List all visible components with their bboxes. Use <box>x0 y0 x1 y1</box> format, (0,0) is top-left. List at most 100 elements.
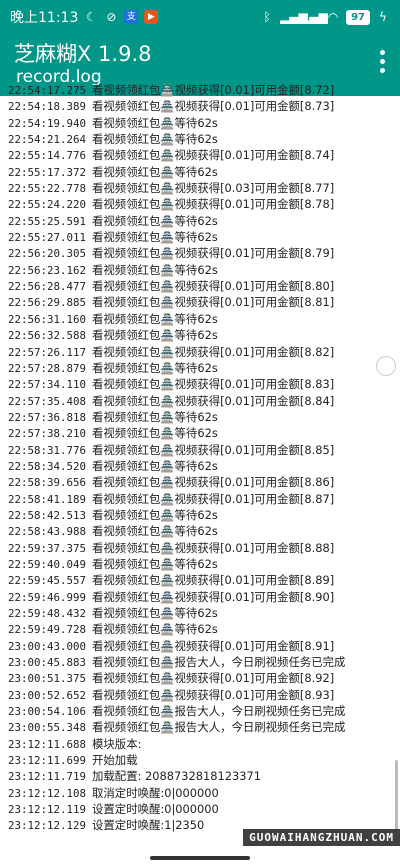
status-time: 晚上11:13 <box>10 10 79 26</box>
bluetooth-icon: ᛒ <box>263 10 271 24</box>
log-line: 22:56:31.160 看视频领红包🏯等待62s <box>0 311 400 327</box>
log-message: 看视频领红包🏯等待62s <box>92 115 218 130</box>
log-message: 看视频领红包🏯报告大人，今日刷视频任务已完成 <box>92 655 346 670</box>
log-line: 22:57:28.879 看视频领红包🏯等待62s <box>0 360 400 376</box>
log-timestamp: 22:55:27.011 <box>8 231 87 245</box>
log-timestamp: 23:12:12.108 <box>8 786 87 800</box>
log-line: 22:59:37.375 看视频领红包🏯视频获得[0.01]可用金额[8.88] <box>0 540 400 556</box>
log-message: 看视频领红包🏯等待62s <box>92 230 218 245</box>
signal-icon-2: ▂▄▆ <box>300 10 328 24</box>
scroll-indicator[interactable] <box>376 356 396 376</box>
log-line: 22:57:38.210 看视频领红包🏯等待62s <box>0 425 400 441</box>
log-message: 看视频领红包🏯视频获得[0.03]可用金额[8.77] <box>92 181 335 196</box>
log-message: 看视频领红包🏯等待62s <box>92 328 218 343</box>
log-message: 看视频领红包🏯等待62s <box>92 556 218 571</box>
log-timestamp: 22:57:26.117 <box>8 345 87 359</box>
log-timestamp: 22:56:28.477 <box>8 280 87 294</box>
log-timestamp: 22:54:19.940 <box>8 116 87 130</box>
log-message: 看视频领红包🏯视频获得[0.01]可用金额[8.92] <box>92 671 335 686</box>
wifi-icon: ◠ <box>327 10 339 24</box>
log-timestamp: 23:12:11.719 <box>8 770 87 784</box>
log-line: 22:56:23.162 看视频领红包🏯等待62s <box>0 262 400 278</box>
log-message: 看视频领红包🏯视频获得[0.01]可用金额[8.85] <box>92 442 335 457</box>
log-message: 看视频领红包🏯等待62s <box>92 524 218 539</box>
log-line: 22:58:34.520 看视频领红包🏯等待62s <box>0 458 400 474</box>
log-line: 22:57:36.818 看视频领红包🏯等待62s <box>0 409 400 425</box>
log-message: 看视频领红包🏯等待62s <box>92 213 218 228</box>
log-timestamp: 22:58:34.520 <box>8 459 87 473</box>
log-message: 看视频领红包🏯视频获得[0.01]可用金额[8.90] <box>92 589 335 604</box>
status-right: ᛒ ▂▄▆ ▂▄▆ ◠ 97 ϟ <box>260 9 390 25</box>
log-timestamp: 22:57:35.408 <box>8 394 87 408</box>
log-line: 22:55:27.011 看视频领红包🏯等待62s <box>0 229 400 245</box>
log-message: 看视频领红包🏯等待62s <box>92 262 218 277</box>
log-message: 设置定时唤醒:1|2350 <box>92 818 205 833</box>
signal-icon: ▂▄▆ <box>280 10 308 24</box>
moon-icon: ☾ <box>85 10 97 24</box>
log-line: 22:58:39.656 看视频领红包🏯视频获得[0.01]可用金额[8.86] <box>0 474 400 490</box>
log-message: 看视频领红包🏯视频获得[0.01]可用金额[8.79] <box>92 246 335 261</box>
log-line: 22:58:42.513 看视频领红包🏯等待62s <box>0 507 400 523</box>
log-timestamp: 22:59:48.432 <box>8 607 87 620</box>
log-timestamp: 22:57:38.210 <box>8 427 87 441</box>
log-line: 23:12:11.699 开始加载 <box>0 752 400 768</box>
log-line: 22:59:49.728 看视频领红包🏯等待62s <box>0 621 400 637</box>
log-timestamp: 22:57:36.818 <box>8 410 87 424</box>
log-timestamp: 22:57:34.110 <box>8 378 87 392</box>
log-message: 看视频领红包🏯视频获得[0.01]可用金额[8.72] <box>92 83 335 97</box>
log-line: 22:58:41.189 看视频领红包🏯视频获得[0.01]可用金额[8.87] <box>0 491 400 507</box>
log-message: 看视频领红包🏯等待62s <box>92 164 218 179</box>
home-indicator[interactable] <box>150 856 250 860</box>
log-message: 看视频领红包🏯等待62s <box>92 132 218 147</box>
more-options-icon[interactable] <box>380 50 386 73</box>
log-timestamp: 22:55:17.372 <box>8 165 87 179</box>
log-timestamp: 22:56:31.160 <box>8 312 87 326</box>
log-line: 22:54:17.275 看视频领红包🏯视频获得[0.01]可用金额[8.72] <box>0 82 400 98</box>
log-message: 看视频领红包🏯视频获得[0.01]可用金额[8.81] <box>92 295 335 310</box>
log-timestamp: 23:12:12.119 <box>8 803 87 817</box>
no-notification-icon: ⊘ <box>106 10 117 24</box>
log-timestamp: 22:59:37.375 <box>8 541 87 555</box>
log-line: 22:54:19.940 看视频领红包🏯等待62s <box>0 115 400 131</box>
log-view[interactable]: 22:54:17.275 看视频领红包🏯视频获得[0.01]可用金额[8.72] 2… <box>0 82 400 866</box>
log-timestamp: 22:58:42.513 <box>8 508 87 522</box>
log-timestamp: 22:59:40.049 <box>8 557 87 571</box>
log-message: 看视频领红包🏯视频获得[0.01]可用金额[8.78] <box>92 197 335 212</box>
log-line: 22:59:48.432 看视频领红包🏯等待62s <box>0 605 400 621</box>
log-timestamp: 23:00:51.375 <box>8 672 87 686</box>
log-line: 22:57:26.117 看视频领红包🏯视频获得[0.01]可用金额[8.82] <box>0 344 400 360</box>
log-timestamp: 22:58:43.988 <box>8 525 87 539</box>
log-line: 22:55:22.778 看视频领红包🏯视频获得[0.03]可用金额[8.77] <box>0 180 400 196</box>
log-message: 看视频领红包🏯等待62s <box>92 409 218 424</box>
log-message: 看视频领红包🏯视频获得[0.01]可用金额[8.89] <box>92 573 335 588</box>
log-timestamp: 22:57:28.879 <box>8 361 87 375</box>
log-timestamp: 23:12:12.129 <box>8 819 87 833</box>
log-line: 22:59:45.557 看视频领红包🏯视频获得[0.01]可用金额[8.89] <box>0 572 400 588</box>
log-message: 看视频领红包🏯视频获得[0.01]可用金额[8.82] <box>92 344 335 359</box>
watermark: GUOWAIHANGZHUAN.COM <box>243 829 400 846</box>
log-line: 23:12:12.108 取消定时唤醒:0|000000 <box>0 785 400 801</box>
log-line: 22:54:21.264 看视频领红包🏯等待62s <box>0 131 400 147</box>
log-timestamp: 23:00:55.348 <box>8 721 87 735</box>
log-timestamp: 23:12:11.699 <box>8 754 87 768</box>
status-bar: 晚上11:13 ☾ ⊘ 支 ▶ ᛒ ▂▄▆ ▂▄▆ ◠ 97 ϟ <box>0 0 400 34</box>
log-timestamp: 22:59:46.999 <box>8 590 87 604</box>
log-message: 看视频领红包🏯视频获得[0.01]可用金额[8.80] <box>92 279 335 294</box>
log-message: 看视频领红包🏯视频获得[0.01]可用金额[8.84] <box>92 393 335 408</box>
log-timestamp: 23:12:11.688 <box>8 737 87 751</box>
log-message: 看视频领红包🏯视频获得[0.01]可用金额[8.91] <box>92 638 335 653</box>
log-message: 模块版本: <box>92 736 142 751</box>
log-message: 看视频领红包🏯报告大人，今日刷视频任务已完成 <box>92 704 346 719</box>
battery-indicator: 97 <box>346 9 370 25</box>
log-message: 看视频领红包🏯视频获得[0.01]可用金额[8.87] <box>92 491 335 506</box>
log-timestamp: 22:58:31.776 <box>8 443 87 457</box>
log-message: 看视频领红包🏯视频获得[0.01]可用金额[8.74] <box>92 148 335 163</box>
log-timestamp: 22:54:17.275 <box>8 84 87 97</box>
log-line: 23:00:55.348 看视频领红包🏯报告大人，今日刷视频任务已完成 <box>0 719 400 735</box>
log-message: 看视频领红包🏯等待62s <box>92 622 218 637</box>
log-message: 看视频领红包🏯视频获得[0.01]可用金额[8.88] <box>92 540 335 555</box>
scrollbar[interactable] <box>395 760 398 830</box>
log-timestamp: 22:56:29.885 <box>8 296 87 310</box>
log-timestamp: 23:00:54.106 <box>8 705 87 719</box>
log-timestamp: 22:59:45.557 <box>8 574 87 588</box>
